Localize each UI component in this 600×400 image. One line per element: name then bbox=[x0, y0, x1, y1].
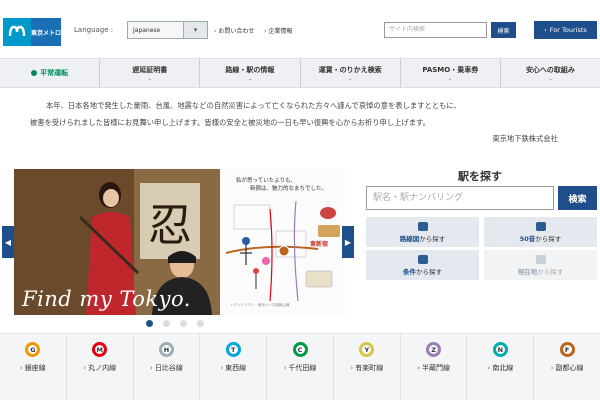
language-label: Language : bbox=[74, 26, 114, 34]
route-map-icon bbox=[417, 221, 428, 231]
metro-m-icon bbox=[3, 18, 31, 46]
global-nav: 平常運転 遅延証明書 ⌄ 路線・駅の情報 ⌄ 運賃・のりかえ検索 ⌄ PASMO… bbox=[0, 58, 600, 88]
language-value: Japanese bbox=[133, 26, 161, 34]
line-yurakucho[interactable]: Y 有楽町線 bbox=[334, 334, 401, 400]
message-line-2: 被害を受けられました皆様にお見舞い申し上げます。皆様の安全と被災地の一日も早い復… bbox=[30, 118, 430, 127]
chevron-down-icon: ⌄ bbox=[448, 75, 453, 82]
chevron-down-icon: ⌄ bbox=[348, 75, 353, 82]
message-signature: 東京地下鉄株式会社 bbox=[492, 134, 558, 143]
line-name: 半蔵門線 bbox=[417, 363, 450, 373]
checkbox-icon bbox=[417, 254, 428, 264]
line-badge: G bbox=[25, 342, 41, 357]
chevron-right-icon: ▶ bbox=[344, 237, 352, 247]
message-line-1: 本年、日本各地で発生した豪雨、台風、地震などの自然災害によって亡くなられた方々へ… bbox=[46, 101, 461, 110]
nav-lines-stations[interactable]: 路線・駅の情報 ⌄ bbox=[200, 59, 301, 87]
nav-safety[interactable]: 安心への取組み ⌄ bbox=[501, 59, 600, 87]
line-marunouchi[interactable]: M 丸ノ内線 bbox=[67, 334, 134, 400]
tile-label: 50音から探す bbox=[519, 234, 562, 243]
tile-label: 条件から探す bbox=[403, 267, 442, 276]
line-name: 丸ノ内線 bbox=[83, 363, 116, 373]
banner-footnote: トクトクリアシ・東京メトロ副都心線 bbox=[230, 303, 290, 307]
search-by-kana[interactable]: 50音から探す bbox=[484, 217, 597, 247]
line-name: 日比谷線 bbox=[150, 363, 183, 373]
tokyo-metro-logo[interactable]: 東京メトロ bbox=[3, 18, 61, 46]
corporate-info-link[interactable]: 企業情報 bbox=[264, 26, 292, 35]
nav-label: PASMO・乗車券 bbox=[422, 65, 479, 74]
tile-label: 現在地から探す bbox=[517, 267, 564, 276]
chevron-down-icon: ⌄ bbox=[147, 75, 152, 82]
nav-pasmo-tickets[interactable]: PASMO・乗車券 ⌄ bbox=[401, 59, 501, 87]
nav-label: 安心への取組み bbox=[525, 65, 575, 74]
banner-illustration: 私が思っていたよりも、 新宿は、魅力的なまちでした。 東新宿 トクトクリアシ・東… bbox=[220, 169, 345, 315]
carousel-prev-button[interactable]: ◀ bbox=[2, 226, 14, 258]
line-namboku[interactable]: N 南北線 bbox=[467, 334, 535, 400]
carousel-dot[interactable] bbox=[197, 320, 204, 327]
station-search-button[interactable]: 検索 bbox=[558, 186, 597, 210]
line-chiyoda[interactable]: C 千代田線 bbox=[267, 334, 334, 400]
kana-icon bbox=[535, 221, 546, 231]
nav-label: 遅延証明書 bbox=[132, 65, 168, 74]
chevron-down-icon: ▾ bbox=[183, 22, 207, 38]
line-name: 東西線 bbox=[220, 363, 246, 373]
line-name: 副都心線 bbox=[551, 363, 584, 373]
line-badge: N bbox=[492, 342, 508, 357]
line-hibiya[interactable]: H 日比谷線 bbox=[134, 334, 201, 400]
carousel-dot[interactable] bbox=[163, 320, 170, 327]
line-tozai[interactable]: T 東西線 bbox=[200, 334, 268, 400]
nav-label: 運賃・のりかえ検索 bbox=[318, 65, 382, 74]
contact-link[interactable]: お問い合わせ bbox=[214, 26, 254, 35]
status-ok-icon bbox=[31, 70, 38, 76]
line-badge: C bbox=[292, 342, 308, 357]
carousel-next-button[interactable]: ▶ bbox=[342, 226, 354, 258]
location-pin-icon bbox=[535, 254, 546, 264]
site-search-button[interactable]: 検索 bbox=[491, 22, 516, 38]
line-name: 南北線 bbox=[487, 363, 513, 373]
nav-service-status[interactable]: 平常運転 bbox=[0, 59, 101, 87]
banner-photo: 忍 Find my Tokyo. bbox=[14, 169, 220, 315]
site-header: 東京メトロ Language : Japanese ▾ お問い合わせ 企業情報 … bbox=[0, 0, 600, 58]
line-badge: H bbox=[158, 342, 174, 357]
language-select[interactable]: Japanese ▾ bbox=[127, 21, 208, 39]
carousel-dot[interactable] bbox=[180, 320, 187, 327]
promo-banner[interactable]: 忍 Find my Tokyo. 私が思っていたよりも、 新宿は、魅力的なまちで… bbox=[14, 169, 345, 315]
carousel-dot[interactable] bbox=[146, 320, 153, 327]
line-badge: Z bbox=[426, 342, 442, 357]
search-by-location: 現在地から探す bbox=[484, 250, 597, 280]
carousel-dots bbox=[146, 320, 204, 327]
line-ginza[interactable]: G 銀座線 bbox=[0, 334, 67, 400]
nav-label: 平常運転 bbox=[31, 68, 68, 78]
line-hanzomon[interactable]: Z 半蔵門線 bbox=[401, 334, 468, 400]
search-by-conditions[interactable]: 条件から探す bbox=[366, 250, 479, 280]
nav-label: 路線・駅の情報 bbox=[225, 65, 275, 74]
for-tourists-button[interactable]: For Tourists bbox=[534, 21, 597, 39]
line-name: 銀座線 bbox=[20, 363, 46, 373]
search-by-route-map[interactable]: 路線図から探す bbox=[366, 217, 479, 247]
nav-fare-search[interactable]: 運賃・のりかえ検索 ⌄ bbox=[301, 59, 401, 87]
line-badge: F bbox=[559, 342, 575, 357]
tile-label: 路線図から探す bbox=[399, 234, 446, 243]
chevron-down-icon: ⌄ bbox=[247, 75, 253, 82]
chevron-down-icon: ⌄ bbox=[548, 75, 553, 82]
line-name: 有楽町線 bbox=[350, 363, 383, 373]
line-badge: M bbox=[92, 342, 108, 357]
station-label: 東新宿 bbox=[310, 241, 329, 248]
line-name: 千代田線 bbox=[284, 363, 316, 373]
station-finder-title: 駅を探す bbox=[458, 170, 502, 183]
condolence-message: 本年、日本各地で発生した豪雨、台風、地震などの自然災害によって亡くなられた方々へ… bbox=[30, 95, 570, 150]
line-list: G 銀座線 M 丸ノ内線 H 日比谷線 T 東西線 C 千代田線 Y 有楽町線 … bbox=[0, 333, 600, 400]
site-search-input[interactable]: サイト内検索 bbox=[384, 22, 487, 38]
line-badge: Y bbox=[359, 342, 375, 357]
line-badge: T bbox=[225, 342, 241, 357]
logo-text: 東京メトロ bbox=[31, 18, 61, 46]
station-search-input[interactable]: 駅名・駅ナンバリング bbox=[366, 186, 554, 210]
nav-delay-certificate[interactable]: 遅延証明書 ⌄ bbox=[100, 59, 201, 87]
banner-tagline: Find my Tokyo. bbox=[22, 287, 191, 311]
line-fukutoshin[interactable]: F 副都心線 bbox=[534, 334, 600, 400]
chevron-left-icon: ◀ bbox=[4, 237, 12, 247]
